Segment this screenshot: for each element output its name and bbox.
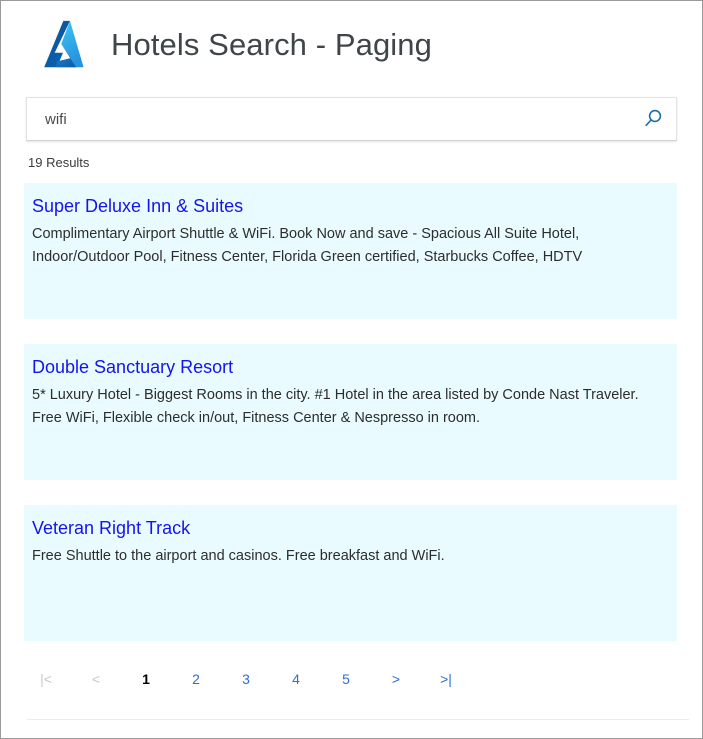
pagination-previous-page[interactable]: < <box>71 668 121 690</box>
pagination: |< < 1 2 3 4 5 > >| <box>21 666 702 690</box>
search-section <box>26 97 677 141</box>
pagination-page-3[interactable]: 3 <box>221 668 271 690</box>
result-description: 5* Luxury Hotel - Biggest Rooms in the c… <box>32 387 639 427</box>
footer-divider <box>27 719 689 720</box>
result-card[interactable]: Super Deluxe Inn & Suites Complimentary … <box>24 183 677 319</box>
app-window: Hotels Search - Paging 19 Results Super … <box>0 0 703 739</box>
pagination-page-4[interactable]: 4 <box>271 668 321 690</box>
results-count: 19 Results <box>28 155 90 170</box>
pagination-page-1[interactable]: 1 <box>121 668 171 690</box>
pagination-page-5[interactable]: 5 <box>321 668 371 690</box>
pagination-last-page[interactable]: >| <box>421 668 471 690</box>
results-list: Super Deluxe Inn & Suites Complimentary … <box>24 183 677 641</box>
result-card[interactable]: Double Sanctuary Resort 5* Luxury Hotel … <box>24 344 677 480</box>
result-title-link[interactable]: Veteran Right Track <box>32 517 663 540</box>
search-icon <box>645 109 662 127</box>
result-card[interactable]: Veteran Right Track Free Shuttle to the … <box>24 505 677 641</box>
result-title-link[interactable]: Double Sanctuary Resort <box>32 356 663 379</box>
pagination-page-2[interactable]: 2 <box>171 668 221 690</box>
page-title: Hotels Search - Paging <box>111 26 432 62</box>
pagination-first-page[interactable]: |< <box>21 668 71 690</box>
result-title-link[interactable]: Super Deluxe Inn & Suites <box>32 195 663 218</box>
result-description: Free Shuttle to the airport and casinos.… <box>32 548 445 565</box>
pagination-next-page[interactable]: > <box>371 668 421 690</box>
search-input[interactable] <box>27 98 630 140</box>
search-button[interactable] <box>630 98 676 140</box>
app-header: Hotels Search - Paging <box>1 1 702 73</box>
azure-logo-icon <box>44 20 84 68</box>
search-box[interactable] <box>26 97 677 141</box>
result-description: Complimentary Airport Shuttle & WiFi. Bo… <box>32 226 583 266</box>
